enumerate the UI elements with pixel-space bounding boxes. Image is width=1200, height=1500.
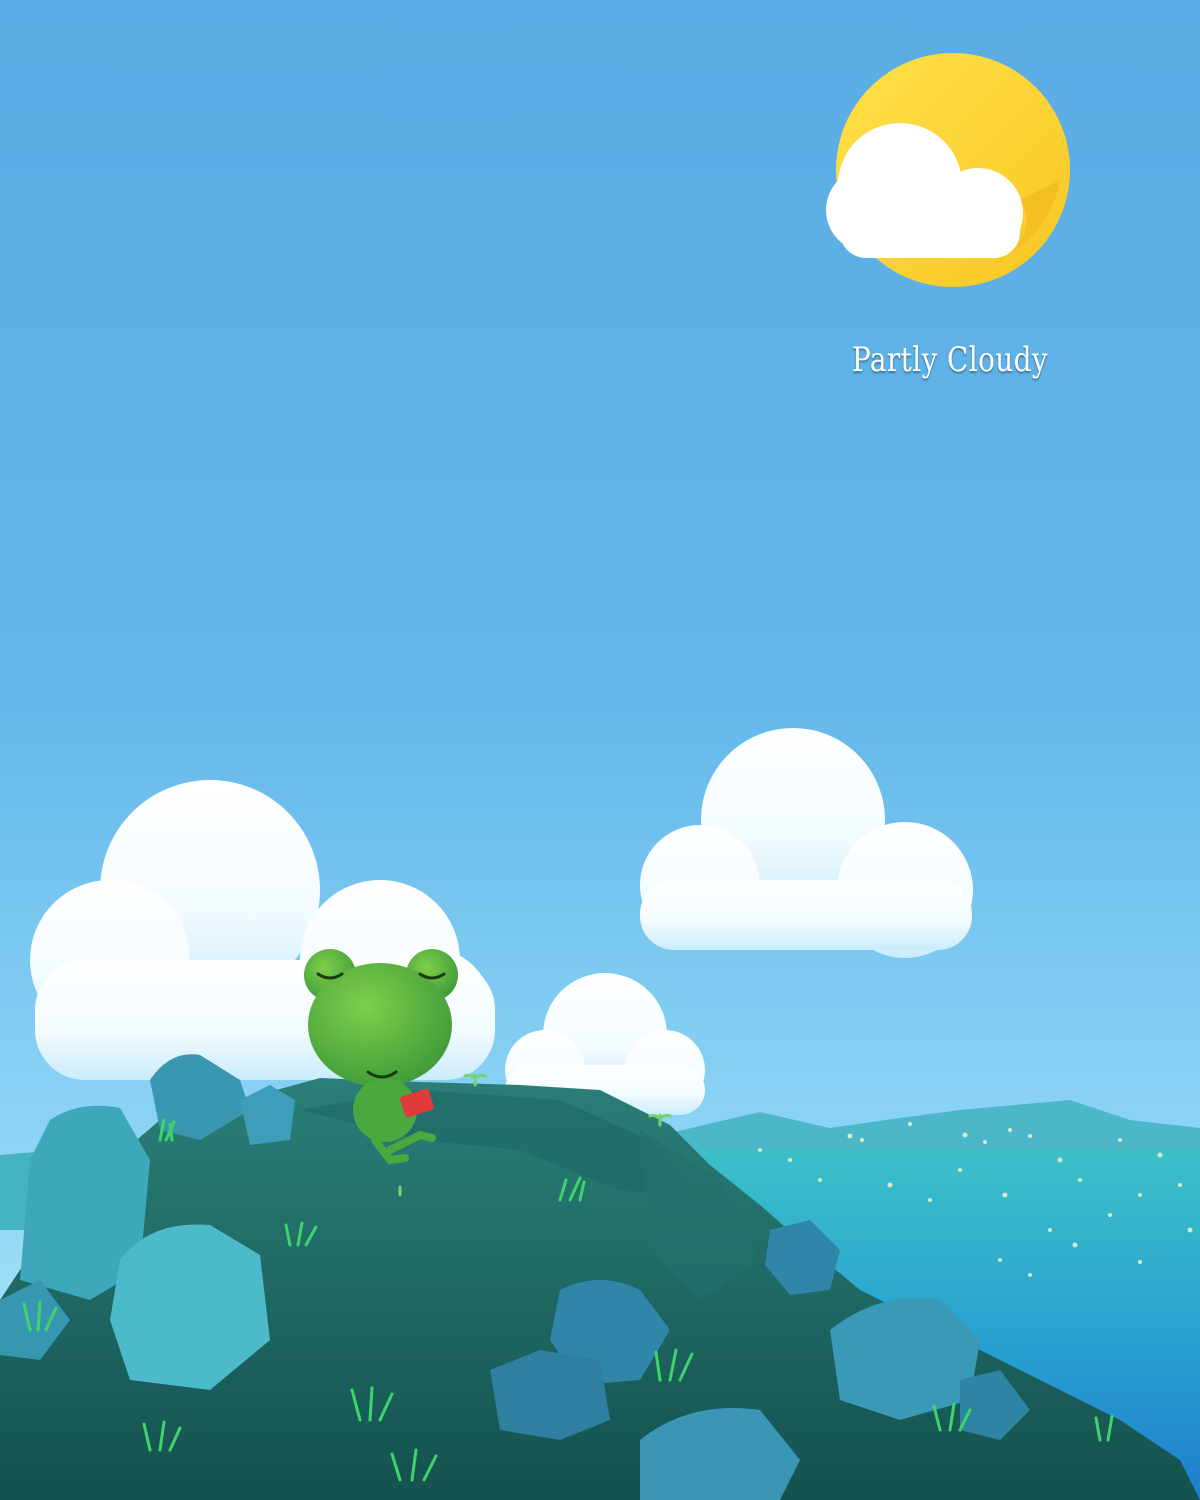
weather-scene xyxy=(0,0,1200,1500)
weather-condition-label: Partly Cloudy xyxy=(851,340,1049,380)
frog-head xyxy=(308,963,452,1087)
